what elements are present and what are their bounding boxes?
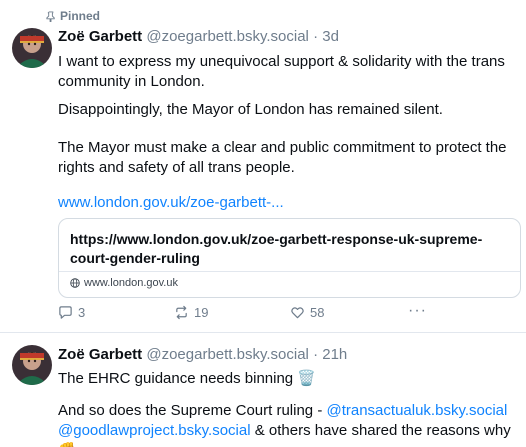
post-line: The EHRC guidance needs binning 🗑️ (58, 370, 316, 387)
separator-dot: · (313, 28, 319, 45)
link-preview-card[interactable]: https://www.london.gov.uk/zoe-garbett-re… (58, 218, 521, 298)
like-icon (291, 307, 304, 319)
pin-icon (46, 10, 55, 22)
post-paragraph: Disappointingly, the Mayor of London has… (58, 101, 443, 118)
separator-dot: · (313, 346, 319, 363)
post-time[interactable]: 21h (322, 346, 347, 363)
card-domain-text: www.london.gov.uk (84, 277, 178, 289)
more-options-button[interactable]: ··· (408, 302, 427, 320)
post-header: Zoë Garbett @zoegarbett.bsky.social · 3d (58, 28, 339, 45)
author-handle[interactable]: @zoegarbett.bsky.social (146, 28, 309, 45)
post-body: And so does the Supreme Court ruling - @… (58, 401, 518, 447)
post-time[interactable]: 3d (322, 28, 339, 45)
reply-count: 3 (78, 305, 86, 320)
like-button[interactable]: 58 (290, 305, 324, 320)
post-link[interactable]: www.london.gov.uk/zoe-garbett-... (58, 193, 518, 213)
post-header: Zoë Garbett @zoegarbett.bsky.social · 21… (58, 346, 347, 363)
globe-icon (70, 278, 80, 288)
reply-button[interactable]: 3 (58, 305, 85, 320)
author-name[interactable]: Zoë Garbett (58, 346, 142, 363)
avatar[interactable] (12, 345, 52, 385)
pinned-text: Pinned (60, 9, 101, 23)
author-handle[interactable]: @zoegarbett.bsky.social (146, 346, 309, 363)
author-name[interactable]: Zoë Garbett (58, 28, 142, 45)
like-count: 58 (310, 305, 325, 320)
mention-link[interactable]: @transactualuk.bsky.social (326, 402, 507, 419)
post-line: And so does the Supreme Court ruling - (58, 402, 327, 419)
post-paragraph: I want to express my unequivocal support… (58, 53, 505, 90)
card-title: https://www.london.gov.uk/zoe-garbett-re… (70, 231, 483, 266)
feed-post-pinned[interactable]: Pinned Zoë Garbett @zoegarbett.bsky.soci… (0, 0, 526, 333)
repost-icon (176, 305, 187, 320)
repost-count: 19 (194, 305, 209, 320)
reply-icon (59, 306, 72, 319)
more-icon: ··· (408, 302, 427, 319)
card-domain: www.london.gov.uk (70, 277, 178, 289)
repost-button[interactable]: 19 (174, 305, 208, 320)
avatar[interactable] (12, 28, 52, 68)
card-divider (59, 271, 520, 272)
feed-post[interactable]: Zoë Garbett @zoegarbett.bsky.social · 21… (0, 333, 526, 447)
pinned-label: Pinned (46, 9, 100, 23)
post-paragraph: The Mayor must make a clear and public c… (58, 139, 507, 176)
mention-link[interactable]: @goodlawproject.bsky.social (58, 422, 251, 439)
post-actions: 3 19 58 ··· (58, 302, 458, 323)
